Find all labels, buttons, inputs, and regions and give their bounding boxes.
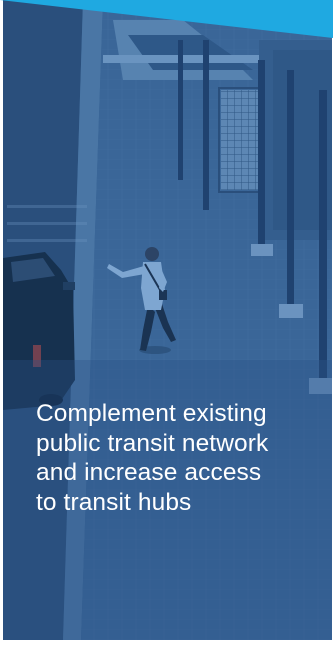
headline-line-4: to transit hubs: [36, 488, 192, 516]
headline-line-1: Complement existing: [36, 400, 267, 427]
headline: Complement existing public transit netwo…: [36, 399, 326, 517]
headline-line-3: and increase access: [36, 459, 262, 486]
transit-card: Complement existing public transit netwo…: [3, 0, 332, 640]
transit-station-photo: [3, 0, 332, 640]
accent-band: [0, 0, 333, 38]
accent-wedge-shape: [0, 0, 333, 38]
headline-line-2: public transit network: [36, 429, 269, 457]
